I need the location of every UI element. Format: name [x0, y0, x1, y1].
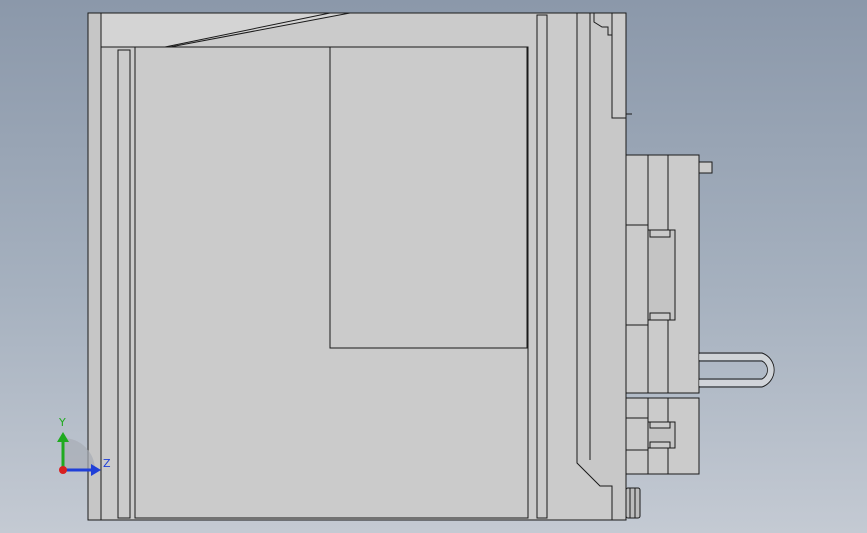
y-arrow-head — [57, 432, 69, 442]
triad-origin — [59, 466, 67, 474]
side-block-assembly — [625, 154, 713, 475]
u-pipe — [699, 352, 775, 388]
z-axis-label: Z — [103, 457, 111, 470]
left-rail-outer — [117, 49, 131, 519]
housing-body — [87, 12, 632, 521]
window-panel — [329, 46, 528, 349]
cad-drawing: Y Z — [57, 12, 775, 521]
y-axis-label: Y — [58, 416, 66, 429]
right-rail — [536, 14, 548, 519]
bottom-fitting — [625, 487, 641, 519]
upper-bearing — [647, 229, 676, 321]
left-flange — [87, 12, 102, 521]
cad-viewport[interactable]: Y Z — [0, 0, 867, 533]
upper-block-cap — [698, 161, 713, 174]
